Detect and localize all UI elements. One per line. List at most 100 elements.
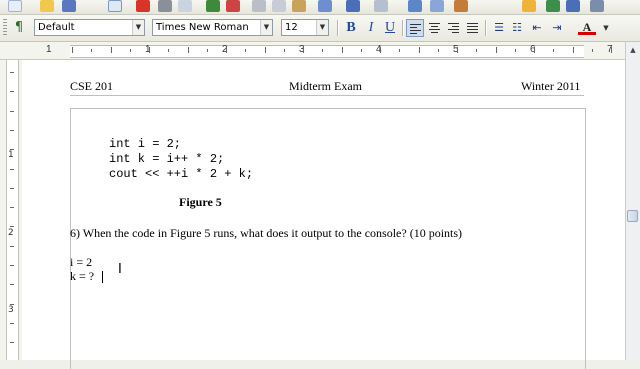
answer-line: k = ? [70, 269, 95, 283]
bold-button[interactable]: B [342, 19, 360, 37]
font-size-combo[interactable]: 12 ▼ [281, 19, 329, 36]
ruler-tick [188, 47, 189, 53]
ruler-tick [207, 49, 208, 52]
align-left-button[interactable] [406, 19, 424, 37]
scrollbar-thumb[interactable] [627, 210, 638, 222]
question-text: 6) When the code in Figure 5 runs, what … [70, 226, 463, 240]
ruler-tick [149, 47, 150, 53]
vruler-tick [10, 342, 14, 343]
undo-icon[interactable] [346, 0, 360, 12]
ruler-tick [476, 49, 477, 52]
page-preview-icon[interactable] [178, 0, 192, 12]
export-pdf-icon[interactable] [136, 0, 150, 12]
header-center: Midterm Exam [289, 79, 362, 93]
vruler-tick [10, 226, 14, 227]
ruler-tick [168, 49, 169, 52]
vruler-tick [10, 188, 14, 189]
justify-button[interactable] [463, 19, 481, 37]
align-center-icon [428, 23, 440, 33]
vruler-tick [10, 304, 14, 305]
decrease-indent-icon[interactable]: ⇤ [528, 19, 546, 37]
formatting-toolbar: ¶ Default ▼ Times New Roman ▼ 12 ▼ B I U… [0, 15, 640, 42]
chevron-down-icon[interactable]: ▼ [260, 20, 272, 35]
toolbar-separator [337, 20, 339, 36]
ruler-tick [592, 49, 593, 52]
toolbar-grip[interactable] [3, 19, 7, 37]
edit-file-icon[interactable] [108, 0, 122, 12]
ruler-tick [284, 49, 285, 52]
chevron-down-icon[interactable]: ▼ [597, 19, 615, 37]
paragraph-style-combo[interactable]: Default ▼ [34, 19, 145, 36]
vruler-tick [10, 91, 14, 92]
spellcheck-icon[interactable] [206, 0, 220, 12]
header-right: Winter 2011 [521, 79, 581, 93]
ruler-tick [496, 47, 497, 53]
numbering-icon[interactable]: ☰ [490, 19, 508, 37]
document-area[interactable]: CSE 201 Midterm Exam Winter 2011 int i =… [22, 60, 626, 369]
save-icon[interactable] [62, 0, 76, 12]
horizontal-ruler[interactable]: 1 1 2 3 4 5 6 7 [0, 42, 626, 60]
vruler-number: 2 [8, 228, 14, 238]
align-center-button[interactable] [425, 19, 443, 37]
document-page[interactable]: CSE 201 Midterm Exam Winter 2011 int i =… [22, 60, 626, 369]
table-icon[interactable] [430, 0, 444, 12]
text-cursor [102, 271, 103, 283]
ruler-tick [91, 49, 92, 52]
ruler-tick [380, 47, 381, 53]
vruler-tick [10, 284, 14, 285]
navigator-icon[interactable] [522, 0, 536, 12]
vruler-tick [10, 111, 14, 112]
toolbar-separator [485, 20, 487, 36]
increase-indent-icon[interactable]: ⇥ [548, 19, 566, 37]
print-icon[interactable] [158, 0, 172, 12]
justify-icon [466, 23, 478, 33]
vruler-tick [10, 130, 14, 131]
new-icon[interactable] [8, 0, 22, 12]
vertical-ruler[interactable]: 1 2 3 [0, 60, 23, 360]
vruler-tick [10, 72, 14, 73]
vertical-scrollbar[interactable]: ▲ [625, 42, 640, 360]
ruler-tick [245, 49, 246, 52]
ruler-tick [130, 49, 131, 52]
font-color-button[interactable]: A [578, 19, 596, 35]
ruler-tick [303, 47, 304, 53]
redo-icon[interactable] [374, 0, 388, 12]
copy-icon[interactable] [272, 0, 286, 12]
ibeam-cursor-icon: I [118, 262, 122, 277]
ruler-tick [322, 49, 323, 52]
chevron-down-icon[interactable]: ▼ [316, 20, 328, 35]
zoom-icon[interactable] [590, 0, 604, 12]
cut-icon[interactable] [252, 0, 266, 12]
ruler-tick [515, 49, 516, 52]
autospell-icon[interactable] [226, 0, 240, 12]
styles-icon[interactable]: ¶ [10, 19, 28, 37]
vruler-number: 3 [8, 305, 14, 315]
paste-icon[interactable] [292, 0, 306, 12]
show-draw-icon[interactable] [454, 0, 468, 12]
ruler-tick [419, 47, 420, 53]
italic-button[interactable]: I [362, 19, 380, 37]
clone-icon[interactable] [318, 0, 332, 12]
bullets-icon[interactable]: ☷ [508, 19, 526, 37]
gallery-icon[interactable] [546, 0, 560, 12]
underline-button[interactable]: U [381, 19, 399, 37]
paragraph-style-value: Default [38, 22, 75, 33]
font-name-combo[interactable]: Times New Roman ▼ [152, 19, 273, 36]
chevron-down-icon[interactable]: ▼ [132, 20, 144, 35]
vruler-tick [10, 246, 14, 247]
open-icon[interactable] [40, 0, 54, 12]
ruler-number: 1 [46, 44, 52, 55]
scroll-up-icon[interactable]: ▲ [627, 44, 639, 56]
nonprinting-chars-icon[interactable] [566, 0, 580, 12]
header-left: CSE 201 [70, 79, 114, 93]
align-right-button[interactable] [444, 19, 462, 37]
ruler-tick [226, 47, 227, 53]
standard-toolbar [0, 0, 640, 15]
ruler-tick [399, 49, 400, 52]
ruler-tick [534, 47, 535, 53]
ruler-tick [361, 49, 362, 52]
vertical-ruler-band [6, 60, 19, 360]
ruler-tick [457, 47, 458, 53]
hyperlink-icon[interactable] [408, 0, 422, 12]
font-name-value: Times New Roman [156, 22, 249, 33]
